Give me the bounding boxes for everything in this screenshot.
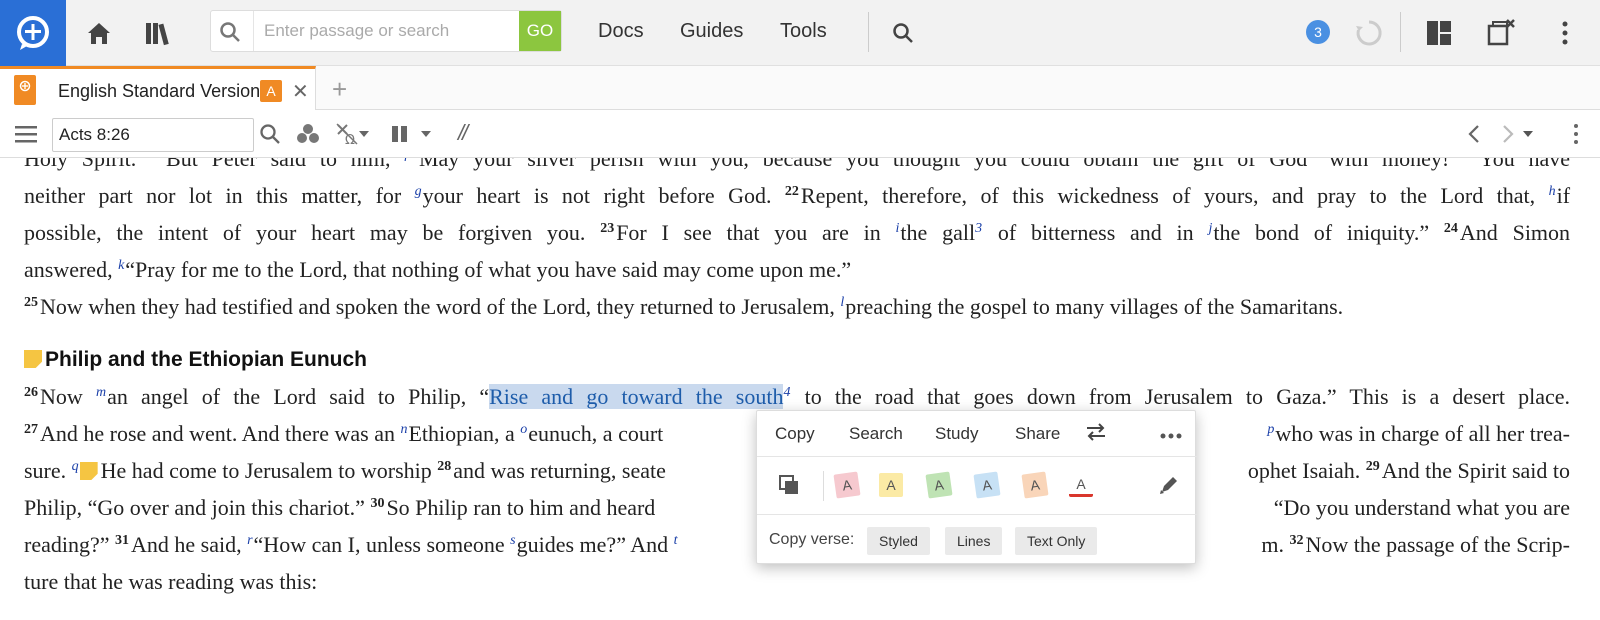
top-bar: GO Docs Guides Tools 3 xyxy=(0,0,1600,66)
copy-lines-button[interactable]: Lines xyxy=(945,527,1003,555)
swap-icon[interactable] xyxy=(1085,422,1107,447)
highlight-red-button[interactable]: A xyxy=(833,471,861,499)
note-icon[interactable] xyxy=(79,462,98,480)
more-vertical-icon[interactable] xyxy=(1546,14,1584,52)
history-dropdown-icon[interactable] xyxy=(1520,120,1536,148)
logos-logo-button[interactable] xyxy=(0,0,66,66)
text-line: ture that he was reading was this: xyxy=(24,569,318,594)
tab-bar: English Standard Version A ✕ + xyxy=(0,66,1600,110)
sync-icon[interactable] xyxy=(1350,14,1388,52)
panel-more-icon[interactable] xyxy=(1568,120,1584,148)
add-tab-button[interactable]: + xyxy=(332,74,347,105)
highlighter-pen-icon[interactable] xyxy=(1157,473,1181,497)
copy-styled-button[interactable]: Styled xyxy=(867,527,930,555)
visual-filters-icon[interactable] xyxy=(294,120,322,148)
selected-text[interactable]: Rise and go toward the south xyxy=(489,384,784,409)
columns-icon[interactable] xyxy=(386,120,414,148)
find-icon[interactable] xyxy=(256,120,284,148)
underline-red-button[interactable]: A xyxy=(1069,473,1093,497)
text-line: 25Now when they had testified and spoken… xyxy=(24,294,1344,319)
passage-search-input[interactable] xyxy=(253,11,515,51)
nav-tools[interactable]: Tools xyxy=(780,20,827,43)
popup-actions: Copy Search Study Share xyxy=(757,411,1197,457)
parallel-resources-icon[interactable]: // xyxy=(458,120,468,146)
search-icon xyxy=(219,21,241,43)
chevron-down-icon[interactable] xyxy=(356,120,372,148)
selection-popup: Copy Search Study Share A A A A A A Copy… xyxy=(756,410,1197,565)
text-line: neither part nor lot in this matter, for… xyxy=(24,183,1571,208)
popup-divider xyxy=(823,471,824,501)
toolbar-divider xyxy=(1400,12,1401,52)
notification-badge[interactable]: 3 xyxy=(1306,20,1330,44)
panel-menu-icon[interactable] xyxy=(12,120,40,148)
highlight-green-button[interactable]: A xyxy=(925,471,953,499)
search-box: GO xyxy=(210,10,562,52)
search-action[interactable]: Search xyxy=(849,424,903,444)
home-icon[interactable] xyxy=(80,14,118,52)
text-line: possible, the intent of your heart may b… xyxy=(24,220,1571,245)
highlight-blue-button[interactable]: A xyxy=(973,471,1001,499)
study-action[interactable]: Study xyxy=(935,424,978,444)
copy-verse-row: Copy verse: Styled Lines Text Only xyxy=(757,515,1197,565)
nav-guides[interactable]: Guides xyxy=(680,20,743,43)
library-icon[interactable] xyxy=(140,14,178,52)
logos-logo-icon xyxy=(14,14,52,52)
panel-toolbar: Ω // xyxy=(0,110,1600,158)
copy-action[interactable]: Copy xyxy=(775,424,815,444)
highlight-yellow-button[interactable]: A xyxy=(879,473,903,497)
global-search-icon[interactable] xyxy=(884,14,922,52)
nav-docs[interactable]: Docs xyxy=(598,20,644,43)
highlight-orange-button[interactable]: A xyxy=(1021,471,1049,499)
close-panels-icon[interactable] xyxy=(1482,14,1520,52)
link-set-badge[interactable]: A xyxy=(260,80,282,102)
tab-title: English Standard Version xyxy=(58,81,261,101)
toolbar-divider xyxy=(868,12,869,52)
share-action[interactable]: Share xyxy=(1015,424,1060,444)
more-horizontal-icon[interactable] xyxy=(1159,425,1183,445)
text-line: Holy Spirit. 20But Peter said to him, f“… xyxy=(24,158,1571,171)
highlight-styles: A A A A A A xyxy=(757,457,1197,515)
reference-input[interactable] xyxy=(52,118,254,152)
forward-arrow-icon[interactable] xyxy=(1494,120,1522,148)
copy-verse-label: Copy verse: xyxy=(769,531,855,548)
section-heading: Philip and the Ethiopian Eunuch xyxy=(24,341,1570,378)
layouts-icon[interactable] xyxy=(1420,14,1458,52)
chevron-down-icon[interactable] xyxy=(418,120,434,148)
go-button[interactable]: GO xyxy=(519,11,561,51)
copy-clipboard-icon[interactable] xyxy=(777,473,801,497)
back-arrow-icon[interactable] xyxy=(1460,120,1488,148)
text-line: answered, k“Pray for me to the Lord, tha… xyxy=(24,257,852,282)
book-icon xyxy=(14,75,36,105)
tab-esv[interactable]: English Standard Version A ✕ xyxy=(0,66,316,110)
close-tab-icon[interactable]: ✕ xyxy=(292,79,309,104)
note-icon[interactable] xyxy=(24,350,42,368)
copy-text-only-button[interactable]: Text Only xyxy=(1015,527,1098,555)
